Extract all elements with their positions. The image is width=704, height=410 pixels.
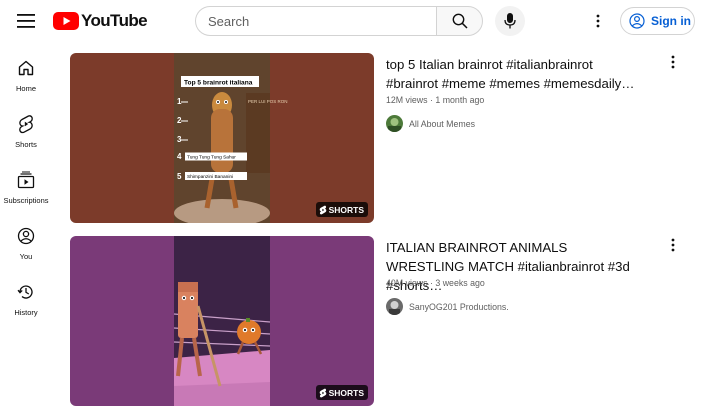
account-icon: [629, 13, 645, 29]
shorts-small-icon: [319, 388, 326, 397]
shorts-icon: [16, 114, 36, 134]
settings-more-button[interactable]: [588, 9, 608, 33]
thumbnail-image: [70, 236, 374, 406]
shorts-badge: SHORTS: [315, 202, 368, 217]
action-menu-button[interactable]: [666, 53, 680, 71]
mic-icon: [504, 13, 516, 29]
sidebar-item-label: Home: [15, 84, 36, 93]
action-menu-button[interactable]: [666, 236, 680, 254]
video-thumbnail[interactable]: PER LUI POS RON Top 5 brainrot italiana …: [70, 53, 374, 223]
history-icon: [16, 282, 36, 302]
more-vert-icon: [671, 238, 675, 252]
sidebar-item-label: You: [19, 252, 33, 261]
channel-link[interactable]: SanyOG201 Productions.: [386, 298, 509, 315]
video-result-1: PER LUI POS RON Top 5 brainrot italiana …: [70, 53, 695, 225]
thumb-label-5: Shimpanzini Bananini: [187, 174, 233, 180]
home-icon: [16, 58, 36, 78]
sidebar-item-subscriptions[interactable]: Subscriptions: [0, 166, 52, 216]
shorts-badge-label: SHORTS: [328, 387, 364, 398]
menu-icon[interactable]: [14, 9, 38, 33]
sidebar-item-label: Subscriptions: [3, 196, 49, 205]
video-title[interactable]: top 5 Italian brainrot #italianbrainrot …: [386, 55, 648, 93]
video-thumbnail[interactable]: SHORTS: [70, 236, 374, 406]
channel-link[interactable]: All About Memes: [386, 115, 475, 132]
thumbnail-image: PER LUI POS RON Top 5 brainrot italiana …: [70, 53, 374, 223]
sign-in-label: Sign in: [651, 14, 691, 28]
more-vert-icon: [671, 55, 675, 69]
thumb-num-5: 5: [177, 172, 182, 181]
subscriptions-icon: [16, 170, 36, 190]
avatar: [386, 115, 403, 132]
thumb-sign: PER LUI POS RON: [248, 99, 288, 104]
search-button[interactable]: [436, 6, 483, 36]
channel-name: SanyOG201 Productions.: [409, 301, 509, 312]
shorts-small-icon: [319, 205, 326, 214]
sidebar-item-you[interactable]: You: [0, 222, 52, 272]
masthead: YouTube Sign in: [0, 0, 704, 42]
youtube-logo[interactable]: YouTube: [53, 10, 148, 32]
thumb-num-4: 4: [177, 152, 182, 161]
voice-search-button[interactable]: [495, 6, 525, 36]
sidebar-item-home[interactable]: Home: [0, 54, 52, 104]
video-metadata: 40M views · 3 weeks ago: [386, 278, 485, 288]
video-result-2: SHORTS ITALIAN BRAINROT ANIMALS WRESTLIN…: [70, 236, 695, 408]
more-vert-icon: [596, 14, 600, 28]
sidebar-item-shorts[interactable]: Shorts: [0, 110, 52, 160]
shorts-badge: SHORTS: [315, 385, 368, 400]
sign-in-button[interactable]: Sign in: [620, 7, 695, 35]
thumb-label-4: Tung Tung Tung Sahur: [187, 155, 236, 161]
search-input[interactable]: [195, 6, 436, 36]
you-icon: [16, 226, 36, 246]
thumb-headline: Top 5 brainrot italiana: [184, 80, 253, 87]
logo-text: YouTube: [81, 11, 148, 30]
guide-sidebar: Home Shorts Subscriptions You History: [0, 42, 52, 410]
sidebar-item-label: Shorts: [15, 140, 37, 149]
sidebar-item-label: History: [14, 308, 38, 317]
avatar: [386, 298, 403, 315]
video-metadata: 12M views · 1 month ago: [386, 95, 485, 105]
search-bar: [195, 6, 483, 36]
search-icon: [452, 13, 468, 29]
sidebar-item-history[interactable]: History: [0, 278, 52, 328]
channel-name: All About Memes: [409, 118, 476, 129]
youtube-play-icon: [53, 12, 79, 30]
shorts-badge-label: SHORTS: [328, 204, 364, 215]
